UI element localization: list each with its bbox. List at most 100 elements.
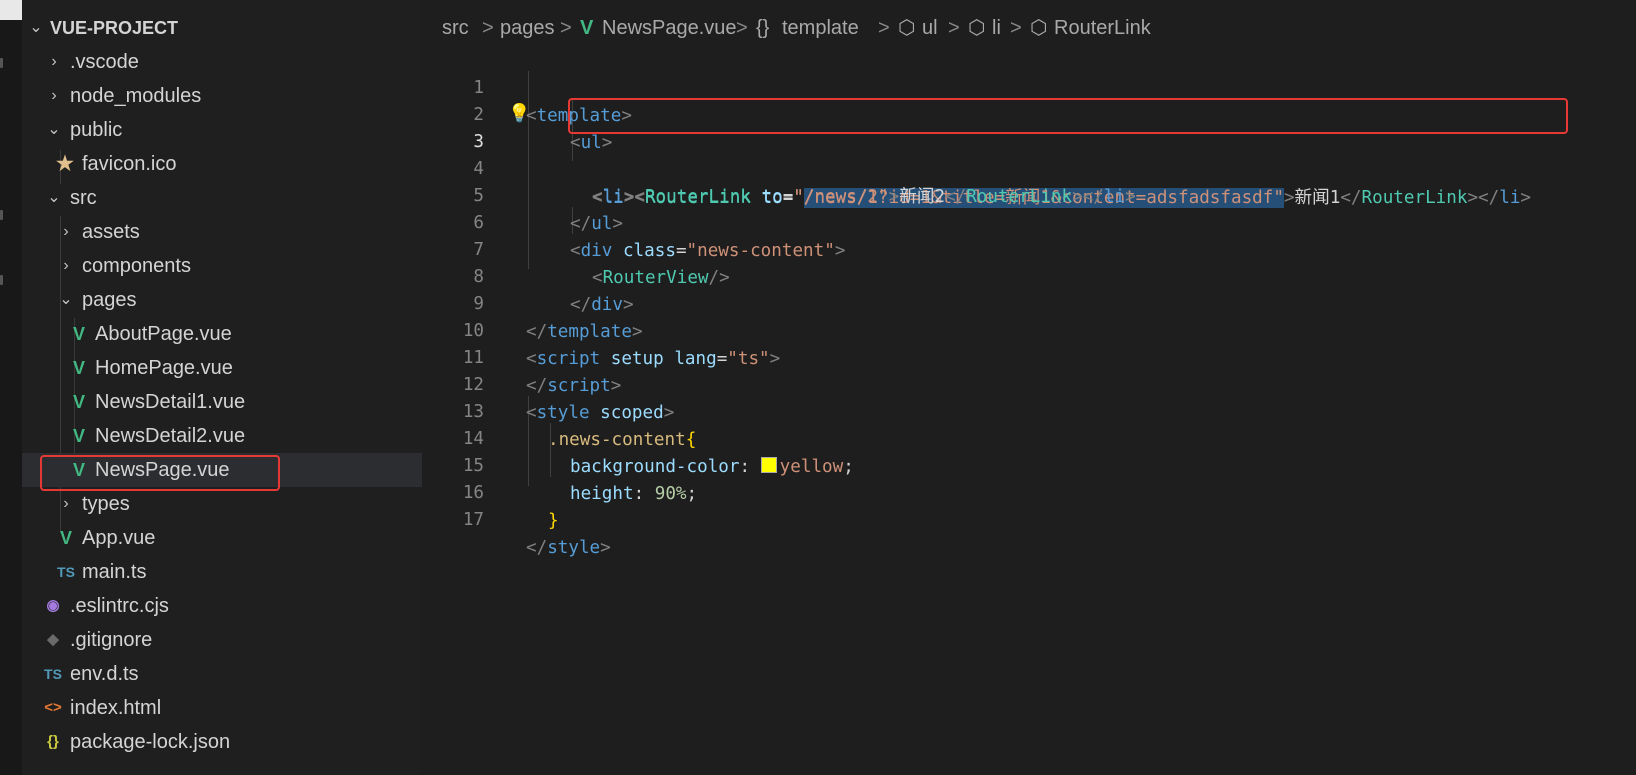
cube-icon: ⬡: [968, 17, 986, 39]
tree-file-package-lock[interactable]: {} package-lock.json: [22, 725, 422, 759]
tree-label: .vscode: [70, 51, 139, 73]
chevron-down-icon: ⌄: [29, 19, 43, 36]
tree-label: NewsDetail1.vue: [95, 391, 246, 413]
tree-file-eslintrc[interactable]: ◉ .eslintrc.cjs: [22, 589, 422, 623]
tree-label: NewsPage.vue: [95, 459, 230, 481]
activity-mark: [0, 210, 3, 220]
chevron-down-icon: ⌄: [47, 121, 61, 138]
tree-folder-components[interactable]: › components: [22, 249, 422, 283]
tree-label: node_modules: [70, 85, 202, 107]
tree-folder-vscode[interactable]: › .vscode: [22, 45, 422, 79]
code-line[interactable]: 6 <div class="news-content">: [422, 181, 1636, 261]
token: }: [548, 511, 559, 531]
tree-file-newsdetail1[interactable]: V NewsDetail1.vue: [22, 385, 422, 419]
explorer-root[interactable]: ⌄ VUE-PROJECT: [22, 11, 422, 45]
chevron-right-icon: ›: [63, 257, 69, 274]
code-line[interactable]: 10 <script setup lang="ts">: [422, 289, 1636, 369]
breadcrumb-separator: >: [560, 17, 572, 39]
activity-bar: [0, 0, 22, 775]
tree-file-favicon[interactable]: ★ favicon.ico: [22, 147, 422, 181]
tree-file-homepage[interactable]: V HomePage.vue: [22, 351, 422, 385]
tree-label: .gitignore: [70, 629, 153, 651]
chevron-right-icon: ›: [63, 223, 69, 240]
tree-label: types: [82, 493, 130, 515]
cube-icon: ⬡: [898, 17, 916, 39]
tree-label: assets: [82, 221, 140, 243]
tree-file-app[interactable]: V App.vue: [22, 521, 422, 555]
code-line[interactable]: 12 <style scoped>: [422, 343, 1636, 423]
tree-file-newsdetail2[interactable]: V NewsDetail2.vue: [22, 419, 422, 453]
typescript-icon: TS: [44, 666, 62, 682]
code-line[interactable]: 5 </ul>: [422, 154, 1636, 234]
breadcrumb-separator: >: [736, 17, 748, 39]
tree-folder-src[interactable]: ⌄ src: [22, 181, 422, 215]
cube-icon: ⬡: [1030, 17, 1048, 39]
tree-folder-node-modules[interactable]: › node_modules: [22, 79, 422, 113]
breadcrumb-separator: >: [948, 17, 960, 39]
tree-folder-types[interactable]: › types: [22, 487, 422, 521]
tree-label: components: [82, 255, 191, 277]
token: style: [547, 538, 601, 558]
tree-file-env-d-ts[interactable]: TS env.d.ts: [22, 657, 422, 691]
code-editor[interactable]: src > pages > V NewsPage.vue > {} templa…: [422, 0, 1636, 775]
tree-file-aboutpage[interactable]: V AboutPage.vue: [22, 317, 422, 351]
breadcrumb-item-ul[interactable]: ul: [922, 14, 938, 42]
code-line[interactable]: 1 <template>: [422, 46, 1636, 126]
chevron-right-icon: ›: [51, 87, 57, 104]
line-number: 17: [462, 510, 484, 530]
code-line[interactable]: 15 height: 90%;: [422, 424, 1636, 504]
tree-label: .eslintrc.cjs: [70, 595, 169, 617]
tree-label: pages: [82, 289, 137, 311]
code-line[interactable]: 11 </script>: [422, 316, 1636, 396]
token: >: [600, 538, 611, 558]
explorer-root-label: VUE-PROJECT: [50, 18, 179, 38]
tree-folder-assets[interactable]: › assets: [22, 215, 422, 249]
breadcrumb-separator: >: [482, 17, 494, 39]
tree-label: env.d.ts: [70, 663, 139, 685]
html-icon: <>: [44, 699, 62, 716]
breadcrumb-item-routerlink[interactable]: RouterLink: [1054, 14, 1151, 42]
code-line[interactable]: 8 </div>: [422, 235, 1636, 315]
code-line[interactable]: 4 <li><RouterLink to="/news/2">新闻2</Rout…: [422, 127, 1636, 207]
lightbulb-icon[interactable]: 💡: [508, 100, 530, 128]
code-line[interactable]: 14 background-color: yellow;: [422, 397, 1636, 477]
breadcrumb-item-template[interactable]: template: [782, 14, 859, 42]
tree-label: src: [70, 187, 97, 209]
eslint-icon: ◉: [46, 597, 60, 614]
tree-file-newspage[interactable]: V NewsPage.vue: [22, 453, 422, 487]
tree-label: HomePage.vue: [95, 357, 233, 379]
vue-icon: V: [72, 358, 85, 378]
code-line-active[interactable]: 3 💡 <li><RouterLink to="/news/1?id=1&tit…: [422, 100, 1636, 208]
code-line[interactable]: 2 <ul>: [422, 73, 1636, 153]
chevron-right-icon: ›: [51, 53, 57, 70]
tree-folder-pages[interactable]: ⌄ pages: [22, 283, 422, 317]
code-line[interactable]: 16 }: [422, 451, 1636, 531]
git-icon: ◆: [47, 631, 59, 648]
tree-label: favicon.ico: [82, 153, 177, 175]
breadcrumb-separator: >: [1010, 17, 1022, 39]
tree-label: NewsDetail2.vue: [95, 425, 246, 447]
breadcrumb-item-src[interactable]: src: [442, 14, 469, 42]
star-icon: ★: [56, 153, 74, 175]
tree-folder-public[interactable]: ⌄ public: [22, 113, 422, 147]
breadcrumb-item-pages[interactable]: pages: [500, 14, 555, 42]
code-line[interactable]: 7 <RouterView/>: [422, 208, 1636, 288]
code-line[interactable]: 9 </template>: [422, 262, 1636, 342]
tree-label: App.vue: [82, 527, 156, 549]
code-line[interactable]: 13 .news-content{: [422, 370, 1636, 450]
tree-label: AboutPage.vue: [95, 323, 232, 345]
tree-label: public: [70, 119, 123, 141]
vue-icon: V: [580, 17, 594, 39]
tree-file-main-ts[interactable]: TS main.ts: [22, 555, 422, 589]
code-line[interactable]: 17 </style>: [422, 478, 1636, 558]
breadcrumb-item-file[interactable]: NewsPage.vue: [602, 14, 737, 42]
tree-label: main.ts: [82, 561, 147, 583]
chevron-down-icon: ⌄: [47, 189, 61, 206]
vue-icon: V: [72, 460, 85, 480]
tree-file-gitignore[interactable]: ◆ .gitignore: [22, 623, 422, 657]
line-content: </style>: [526, 534, 611, 562]
breadcrumb-item-li[interactable]: li: [992, 14, 1001, 42]
vue-icon: V: [72, 392, 85, 412]
json-icon: {}: [47, 733, 59, 750]
tree-file-index-html[interactable]: <> index.html: [22, 691, 422, 725]
